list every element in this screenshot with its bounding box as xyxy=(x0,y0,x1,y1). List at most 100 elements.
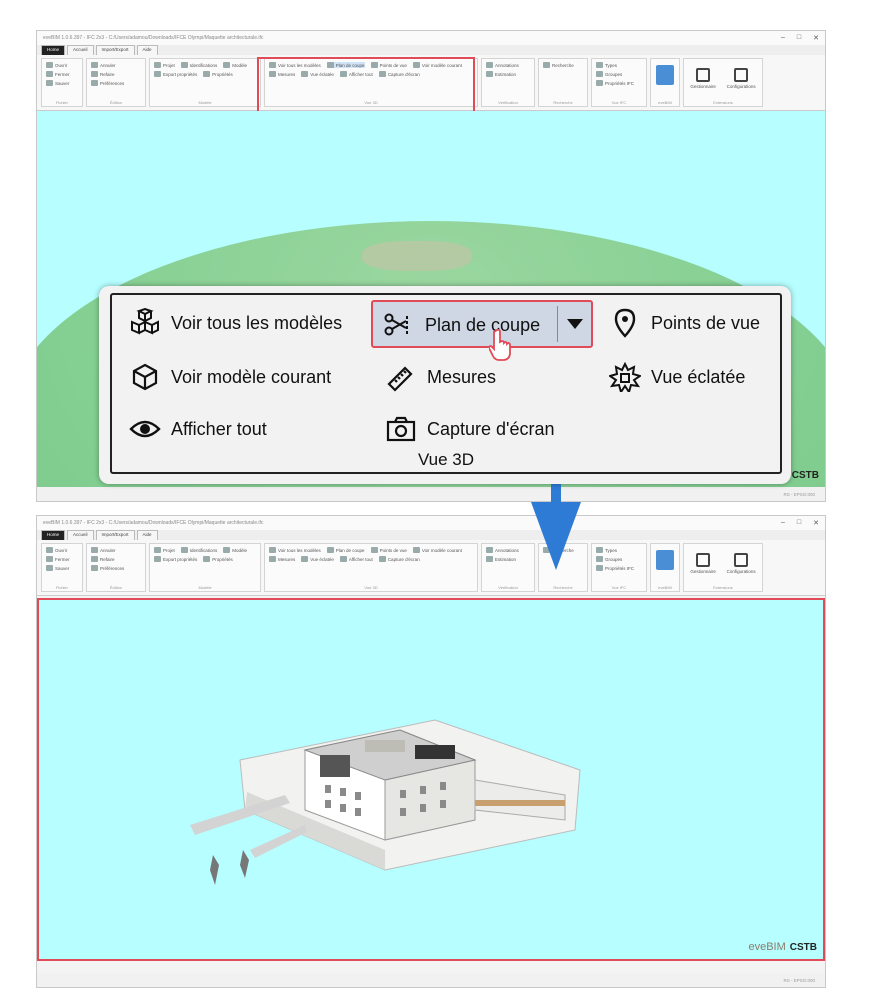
ribbon-item[interactable]: Gestionnaire xyxy=(690,547,716,574)
tab-aide[interactable]: Aide xyxy=(136,530,158,540)
ribbon-item[interactable]: Modèle xyxy=(223,62,247,68)
ribbon-item[interactable]: Refaire xyxy=(91,556,115,562)
building-model xyxy=(190,719,581,885)
ribbon-group-vue-ifc: Types Groupes Propriétés IFC Vue IFC xyxy=(591,58,647,107)
mesures-button[interactable]: Mesures xyxy=(385,362,496,392)
ribbon-item[interactable]: Types xyxy=(596,62,617,68)
tab-import-export[interactable]: Import/Export xyxy=(95,530,135,540)
evebim-icon[interactable] xyxy=(656,550,674,570)
plan-de-coupe-button[interactable]: Plan de coupe xyxy=(383,310,540,340)
tab-home[interactable]: Home xyxy=(41,530,66,540)
ribbon-item[interactable]: Propriétés IFC xyxy=(596,80,634,86)
ribbon-group-verification: Annotations Estimation Vérification xyxy=(481,543,535,592)
title-bar: eveBIM 1.0.6.397 - IFC 2x3 - C:/Users/ad… xyxy=(37,31,825,45)
ribbon-item[interactable]: Préférences xyxy=(91,565,124,571)
ribbon-group-fichier: Ouvrir Fermer Sauver Fichier xyxy=(41,58,83,107)
evebim-icon[interactable] xyxy=(656,65,674,85)
minimize-icon[interactable]: – xyxy=(781,34,785,42)
group-title: Vue 3D xyxy=(413,450,479,470)
ribbon-item[interactable]: Refaire xyxy=(91,71,115,77)
ruler-icon xyxy=(387,366,413,392)
close-icon[interactable]: ✕ xyxy=(813,34,819,42)
ribbon-group-modele: Projet Identifications Modèle Export pro… xyxy=(149,58,261,107)
ribbon-item[interactable]: Fermer xyxy=(46,556,70,562)
window-title: eveBIM 1.0.6.397 - IFC 2x3 - C:/Users/ad… xyxy=(43,520,264,526)
ribbon-item[interactable]: Projet xyxy=(154,62,175,68)
ribbon-item[interactable]: Afficher tout xyxy=(339,556,373,562)
status-bar: RS - EPSG:000 xyxy=(37,973,825,987)
ribbon-item[interactable]: Export propriétés xyxy=(154,556,197,562)
close-icon[interactable]: ✕ xyxy=(813,519,819,527)
ribbon-group-vue-ifc: Types Groupes Propriétés IFC Vue IFC xyxy=(591,543,647,592)
ribbon-item[interactable]: Types xyxy=(596,547,617,553)
ribbon-item[interactable]: Préférences xyxy=(91,80,124,86)
ribbon-item[interactable]: Annotations xyxy=(486,62,519,68)
ribbon-item[interactable]: Propriétés IFC xyxy=(596,565,634,571)
tab-home[interactable]: Home xyxy=(41,45,66,55)
tab-accueil[interactable]: Accueil xyxy=(67,530,94,540)
ribbon-item[interactable]: Annuler xyxy=(91,62,116,68)
ribbon-item[interactable]: Voir modèle courant xyxy=(412,547,462,553)
ribbon-item[interactable]: Propriétés xyxy=(203,556,233,562)
config-icon xyxy=(734,68,749,82)
ribbon-item[interactable]: Estimation xyxy=(486,556,516,562)
ribbon-item[interactable]: Plan de coupe xyxy=(326,547,365,553)
ribbon-group-evebim: eveBIM xyxy=(650,58,680,107)
ribbon-group-evebim: eveBIM xyxy=(650,543,680,592)
ribbon-item[interactable]: Configurations xyxy=(727,62,756,89)
ribbon-item[interactable]: Identifications xyxy=(180,62,217,68)
tab-accueil[interactable]: Accueil xyxy=(67,45,94,55)
ribbon-item[interactable]: Groupes xyxy=(596,71,622,77)
points-de-vue-button[interactable]: Points de vue xyxy=(609,308,760,338)
maximize-icon[interactable]: □ xyxy=(797,519,801,527)
tab-import-export[interactable]: Import/Export xyxy=(95,45,135,55)
chevron-down-icon[interactable] xyxy=(567,319,583,329)
distant-model xyxy=(362,241,472,271)
explode-icon xyxy=(609,362,641,392)
ribbon-item[interactable]: Mesures xyxy=(269,556,295,562)
ribbon-group-edition: Annuler Refaire Préférences Édition xyxy=(86,543,146,592)
plan-de-coupe-split-button[interactable]: Plan de coupe xyxy=(371,300,593,361)
cube-icon xyxy=(132,363,158,391)
ribbon-item[interactable]: Identifications xyxy=(180,547,217,553)
ribbon-item[interactable]: Groupes xyxy=(596,556,622,562)
scissors-cut-icon xyxy=(384,313,408,336)
logo: CSTB xyxy=(791,470,819,481)
ribbon-item[interactable]: Fermer xyxy=(46,71,70,77)
ribbon-item[interactable]: Annuler xyxy=(91,547,116,553)
voir-tous-modeles-button[interactable]: Voir tous les modèles xyxy=(129,308,342,338)
ribbon-item[interactable]: Voir tous les modèles xyxy=(269,547,321,553)
ribbon-item[interactable]: Capture d'écran xyxy=(378,556,420,562)
ribbon-item[interactable]: Export propriétés xyxy=(154,71,197,77)
ribbon-group-verification: Annotations Estimation Vérification xyxy=(481,58,535,107)
ribbon-item[interactable]: Estimation xyxy=(486,71,516,77)
tab-aide[interactable]: Aide xyxy=(136,45,158,55)
ribbon-item[interactable]: Projet xyxy=(154,547,175,553)
minimize-icon[interactable]: – xyxy=(781,519,785,527)
camera-icon xyxy=(386,416,416,442)
ribbon-item[interactable]: Ouvrir xyxy=(46,547,67,553)
ribbon-item[interactable]: Sauver xyxy=(46,80,69,86)
ribbon-item[interactable]: Modèle xyxy=(223,547,247,553)
afficher-tout-button[interactable]: Afficher tout xyxy=(129,414,267,444)
ribbon-item[interactable]: Recherche xyxy=(543,62,574,68)
ribbon-group-edition: Annuler Refaire Préférences Édition xyxy=(86,58,146,107)
title-bar: eveBIM 1.0.6.397 - IFC 2x3 - C:/Users/ad… xyxy=(37,516,825,530)
maximize-icon[interactable]: □ xyxy=(797,34,801,42)
voir-modele-courant-button[interactable]: Voir modèle courant xyxy=(129,362,331,392)
ribbon-item[interactable]: Ouvrir xyxy=(46,62,67,68)
capture-ecran-button[interactable]: Capture d'écran xyxy=(385,414,555,444)
ribbon-item[interactable]: Annotations xyxy=(486,547,519,553)
ribbon-item[interactable]: Vue éclatée xyxy=(301,556,334,562)
ribbon: Ouvrir Fermer Sauver Fichier Annuler Ref… xyxy=(37,540,825,596)
ribbon-group-vue-3d: Voir tous les modèles Plan de coupe Poin… xyxy=(264,543,478,592)
ribbon-item[interactable]: Configurations xyxy=(727,547,756,574)
ribbon-item[interactable]: Points de vue xyxy=(370,547,407,553)
window-icon xyxy=(696,68,711,82)
config-icon xyxy=(734,553,749,567)
ribbon-item[interactable]: Propriétés xyxy=(203,71,233,77)
vue-eclatee-button[interactable]: Vue éclatée xyxy=(609,362,745,392)
window-icon xyxy=(696,553,711,567)
ribbon-item[interactable]: Sauver xyxy=(46,565,69,571)
ribbon-item[interactable]: Gestionnaire xyxy=(690,62,716,89)
